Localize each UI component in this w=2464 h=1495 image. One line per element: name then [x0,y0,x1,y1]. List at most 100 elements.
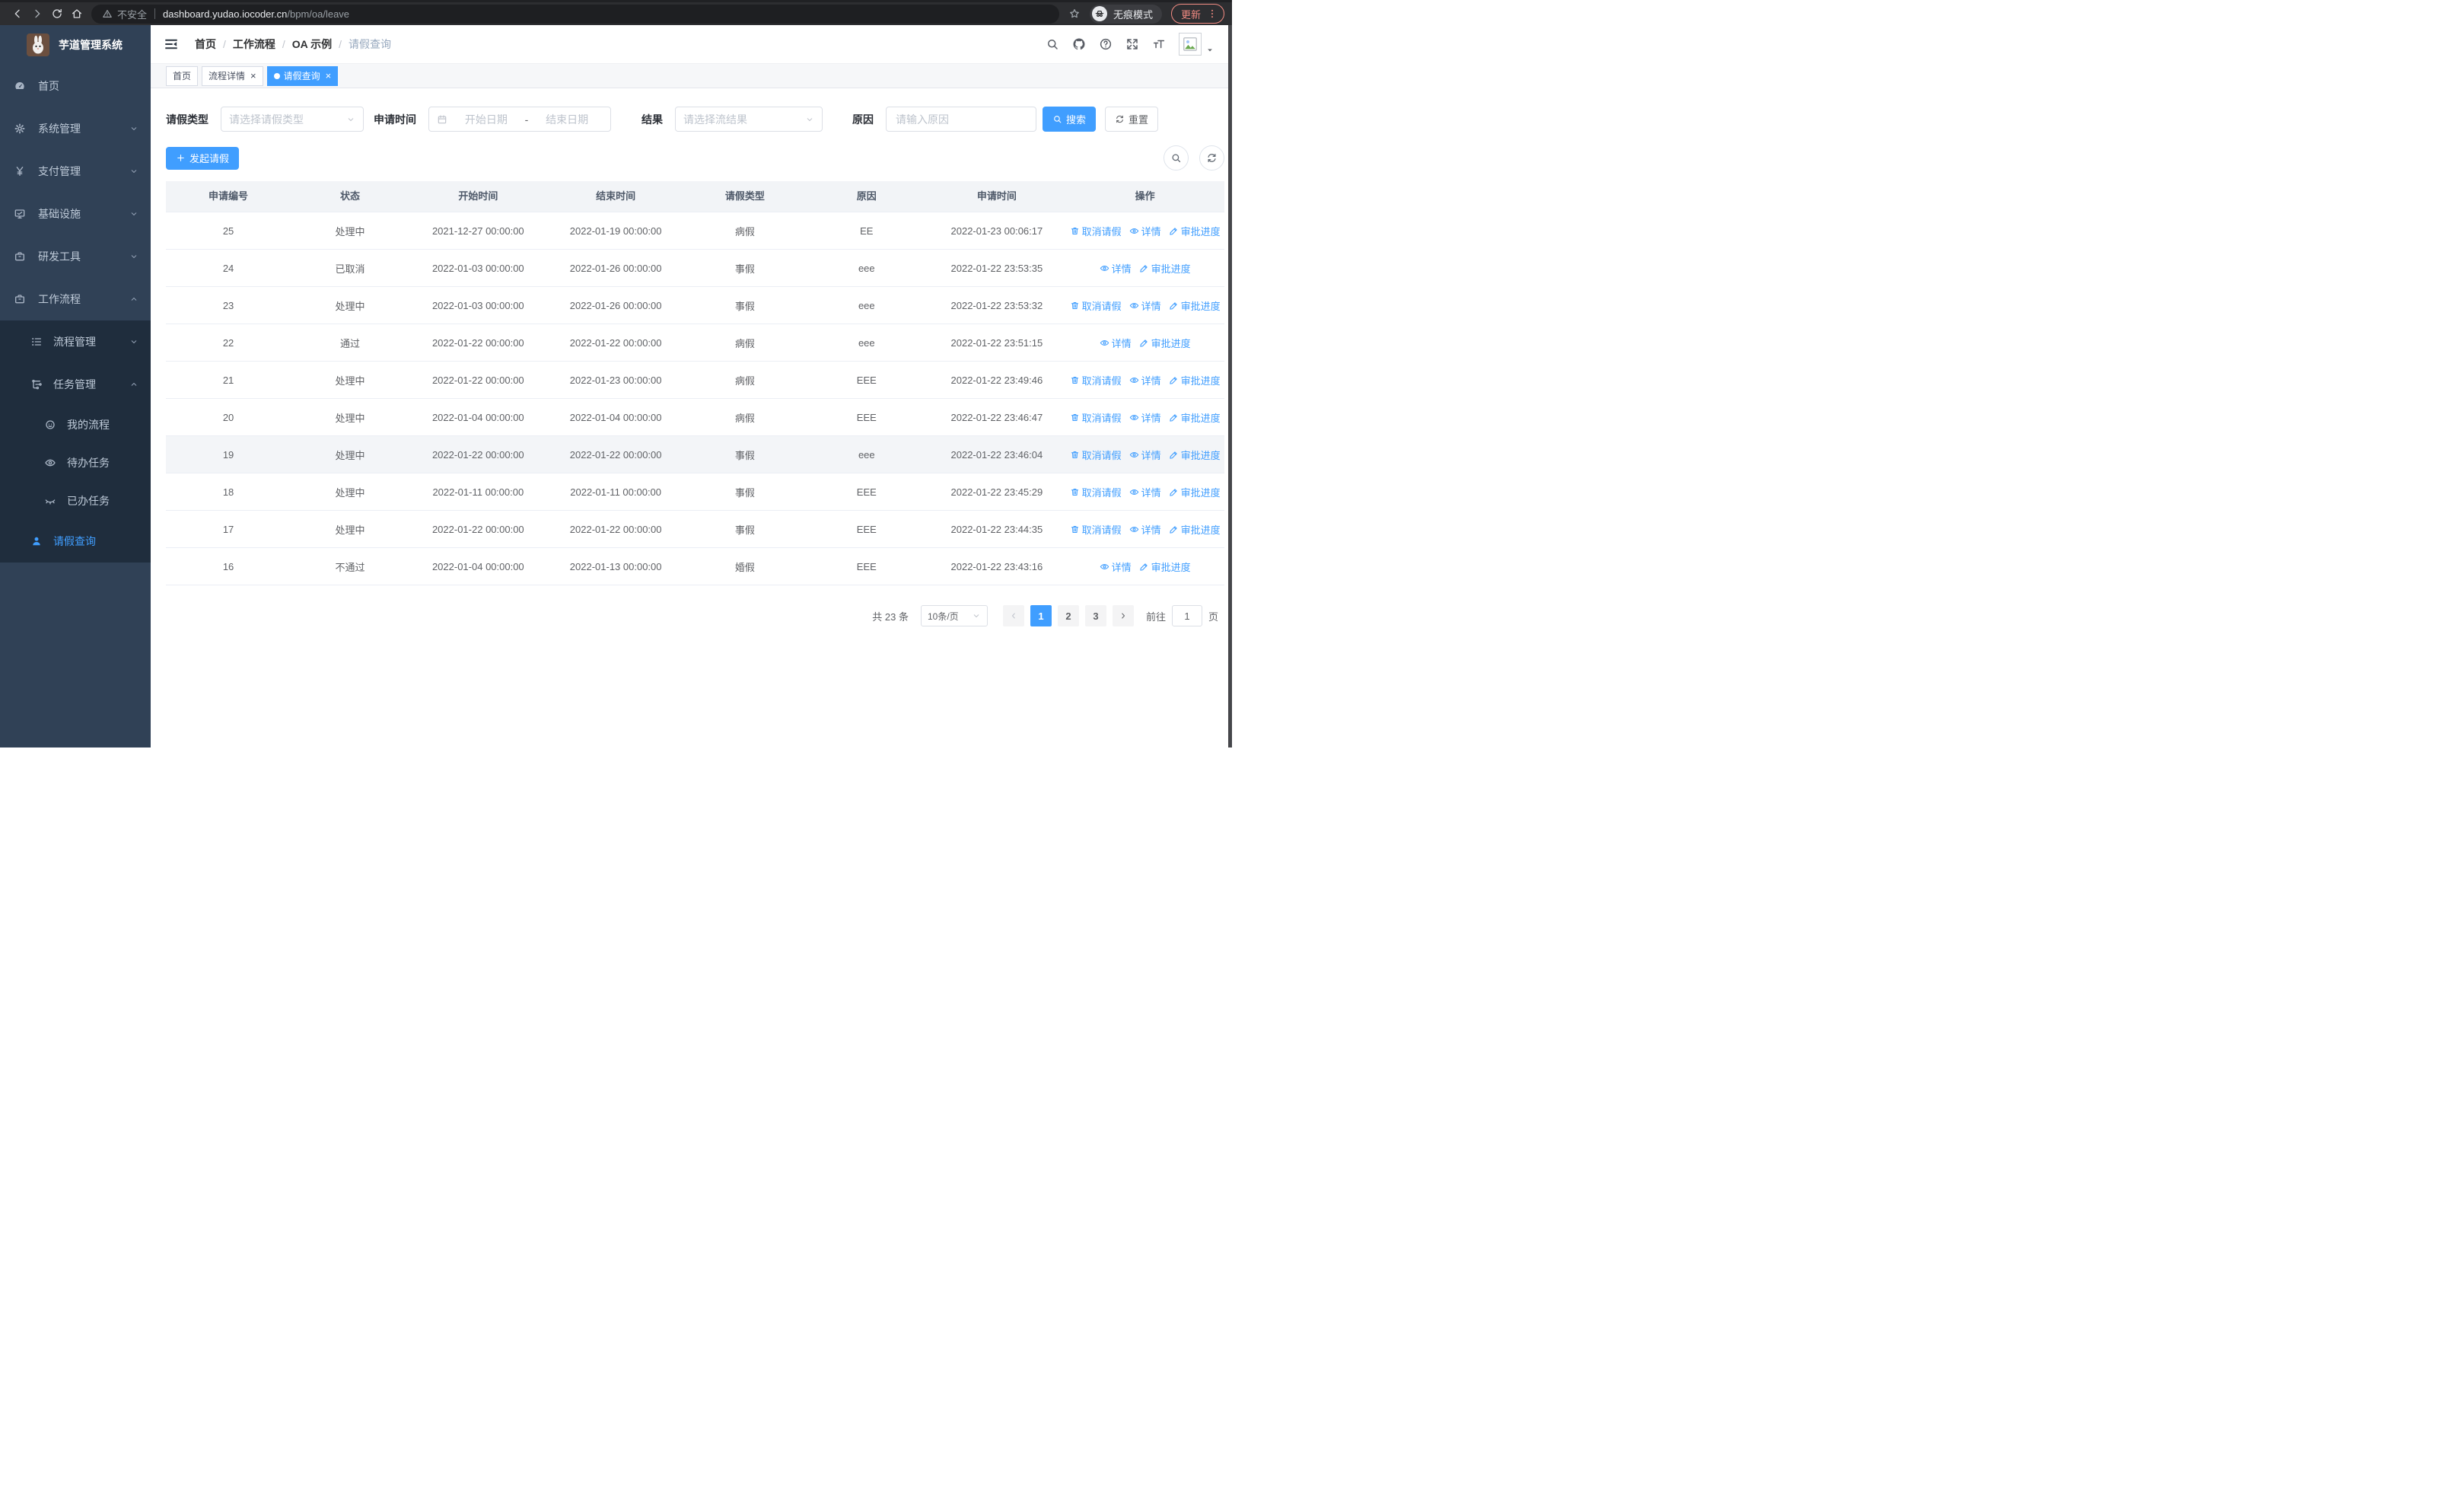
breadcrumb-item[interactable]: 工作流程 [233,37,275,52]
tab-leave-query[interactable]: 请假查询 × [266,65,339,86]
breadcrumb-item[interactable]: OA 示例 [292,37,332,52]
sidebar-item-devtools[interactable]: 研发工具 [0,235,151,278]
action-cancel-link[interactable]: 取消请假 [1070,522,1122,537]
sidebar-item-process-mgmt[interactable]: 流程管理 [0,320,151,363]
close-tab-icon[interactable]: × [326,71,332,81]
action-progress-link[interactable]: 审批进度 [1169,373,1221,387]
font-size-icon[interactable] [1152,37,1166,51]
address-bar[interactable]: 不安全 dashboard.yudao.iocoder.cn/bpm/oa/le… [91,4,1059,24]
bookmark-star-icon[interactable] [1068,8,1081,20]
prev-page-button[interactable] [1002,605,1024,626]
avatar[interactable] [1179,33,1202,56]
start-date-placeholder[interactable]: 开始日期 [450,112,522,127]
create-leave-button[interactable]: 发起请假 [166,146,240,170]
end-date-placeholder[interactable]: 结束日期 [531,112,603,127]
user-menu[interactable] [1179,33,1214,56]
result-select[interactable]: 请选择流结果 [675,107,823,132]
action-detail-link[interactable]: 详情 [1100,559,1132,574]
page-scrollbar[interactable] [1228,25,1232,748]
fullscreen-icon[interactable] [1125,37,1139,51]
page-1-button[interactable]: 1 [1030,605,1052,626]
action-cancel-link[interactable]: 取消请假 [1070,298,1122,313]
url-separator [154,8,156,19]
sidebar-item-system[interactable]: 系统管理 [0,107,151,150]
reset-button[interactable]: 重置 [1105,107,1159,132]
action-detail-link[interactable]: 详情 [1129,224,1161,238]
sidebar-item-infra[interactable]: 基础设施 [0,193,151,235]
close-tab-icon[interactable]: × [250,71,256,81]
cell-end-time: 2022-01-26 00:00:00 [569,262,662,274]
action-detail-link[interactable]: 详情 [1129,373,1161,387]
toggle-search-button[interactable] [1164,145,1189,171]
action-detail-link[interactable]: 详情 [1129,448,1161,462]
sidebar-item-workflow[interactable]: 工作流程 [0,278,151,320]
cell-reason: EEE [856,560,877,572]
browser-update-menu-button[interactable]: 更新 [1170,4,1224,24]
action-detail-link[interactable]: 详情 [1100,261,1132,276]
browser-forward-button[interactable] [27,4,47,24]
github-icon[interactable] [1072,37,1086,51]
cell-end-time: 2022-01-04 00:00:00 [569,411,662,423]
next-page-button[interactable] [1112,605,1134,626]
sidebar-item-leave-query[interactable]: 请假查询 [0,520,151,563]
tab-process-detail[interactable]: 流程详情 × [202,65,263,86]
action-progress-link[interactable]: 审批进度 [1169,448,1221,462]
menu-item-label: 系统管理 [38,123,81,135]
action-cancel-link[interactable]: 取消请假 [1070,485,1122,499]
action-icon [1129,487,1139,497]
header-search-icon[interactable] [1046,37,1059,51]
browser-home-button[interactable] [67,4,87,24]
app-logo-row[interactable]: 芋道管理系统 [0,25,151,65]
browser-menu-dots-icon[interactable] [1207,8,1218,19]
action-progress-link[interactable]: 审批进度 [1139,261,1191,276]
browser-back-button[interactable] [8,4,27,24]
action-detail-link[interactable]: 详情 [1100,336,1132,350]
cell-apply-time: 2022-01-22 23:49:46 [950,374,1043,386]
action-cancel-link[interactable]: 取消请假 [1070,373,1122,387]
avatar-dropdown-caret-icon[interactable] [1206,46,1214,54]
action-progress-link[interactable]: 审批进度 [1169,298,1221,313]
menu-item-icon [14,123,26,135]
action-progress-link[interactable]: 审批进度 [1169,410,1221,425]
browser-reload-button[interactable] [47,4,67,24]
action-progress-link[interactable]: 审批进度 [1139,559,1191,574]
action-detail-link[interactable]: 详情 [1129,485,1161,499]
leave-type-select[interactable]: 请选择请假类型 [221,107,364,132]
refresh-table-button[interactable] [1199,145,1224,171]
page-size-select[interactable]: 10条/页 [920,605,988,626]
tab-home[interactable]: 首页 [166,65,199,86]
page-3-button[interactable]: 3 [1084,605,1106,626]
action-progress-link[interactable]: 审批进度 [1169,485,1221,499]
action-progress-link[interactable]: 审批进度 [1139,336,1191,350]
page-2-button[interactable]: 2 [1057,605,1079,626]
sidebar-item-my-process[interactable]: 我的流程 [0,406,151,444]
sidebar-item-task-mgmt[interactable]: 任务管理 [0,363,151,406]
action-cancel-link[interactable]: 取消请假 [1070,448,1122,462]
action-cancel-link[interactable]: 取消请假 [1070,224,1122,238]
help-icon[interactable] [1099,37,1113,51]
action-detail-link[interactable]: 详情 [1129,522,1161,537]
action-cancel-link[interactable]: 取消请假 [1070,410,1122,425]
action-icon [1169,226,1179,236]
search-button[interactable]: 搜索 [1043,107,1097,132]
action-detail-link[interactable]: 详情 [1129,298,1161,313]
cell-reason: eee [858,299,875,311]
breadcrumb-item[interactable]: 首页 [195,37,216,52]
cell-end-time: 2022-01-22 00:00:00 [569,523,662,535]
sidebar-item-home[interactable]: 首页 [0,65,151,107]
menu-item-label: 首页 [38,80,59,92]
sidebar-item-payment[interactable]: 支付管理 [0,150,151,193]
action-progress-link[interactable]: 审批进度 [1169,522,1221,537]
action-detail-link[interactable]: 详情 [1129,410,1161,425]
site-security-label[interactable]: 不安全 [117,7,147,21]
action-icon [1169,413,1179,422]
action-progress-link[interactable]: 审批进度 [1169,224,1221,238]
apply-time-range-picker[interactable]: 开始日期 - 结束日期 [428,107,611,132]
action-icon [1169,524,1179,534]
sidebar-item-todo-tasks[interactable]: 待办任务 [0,444,151,482]
goto-page-input[interactable] [1171,605,1202,626]
chevron-down-icon [972,611,981,620]
sidebar-item-done-tasks[interactable]: 已办任务 [0,482,151,520]
collapse-sidebar-button[interactable] [164,37,178,51]
reason-input[interactable] [894,112,1028,126]
